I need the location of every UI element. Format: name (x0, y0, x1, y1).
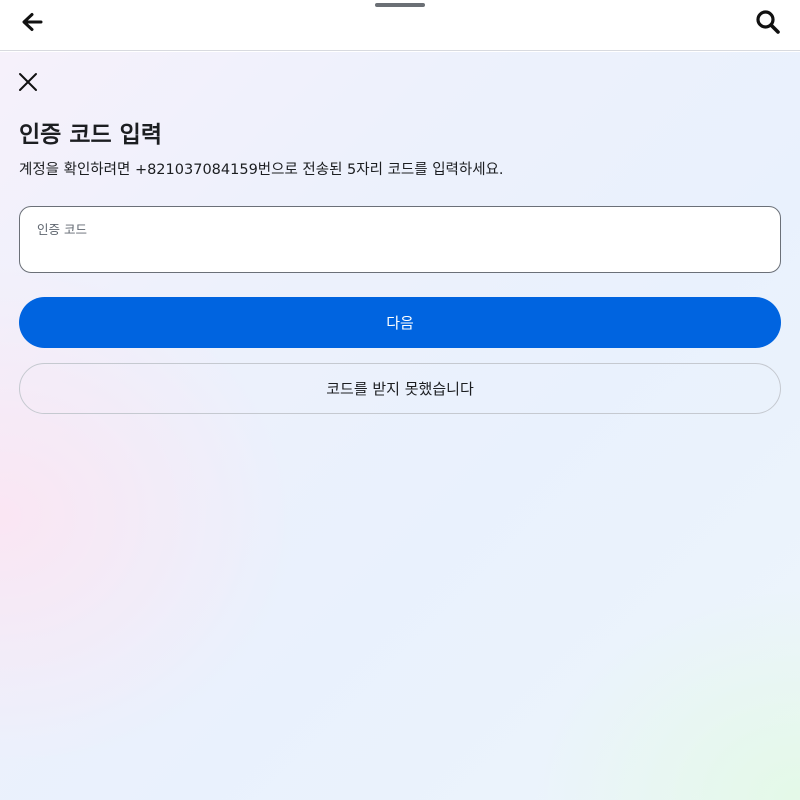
code-input[interactable] (36, 239, 762, 265)
drag-handle[interactable] (375, 3, 425, 7)
instruction-text: 계정을 확인하려면 +821037084159번으로 전송된 5자리 코드를 입… (19, 162, 504, 178)
arrow-left-icon (22, 13, 43, 31)
close-icon (19, 73, 37, 91)
verification-code-field[interactable]: 인증 코드 (19, 206, 781, 273)
top-bar (0, 0, 800, 51)
verification-panel: 인증 코드 입력 계정을 확인하려면 +821037084159번으로 전송된 … (0, 52, 800, 800)
close-button[interactable] (10, 64, 46, 100)
next-button[interactable]: 다음 (19, 297, 781, 348)
search-button[interactable] (750, 4, 786, 40)
back-button[interactable] (14, 4, 50, 40)
search-icon (756, 10, 780, 34)
resend-code-button[interactable]: 코드를 받지 못했습니다 (19, 363, 781, 414)
code-field-label: 인증 코드 (37, 222, 87, 237)
page-title: 인증 코드 입력 (19, 122, 162, 148)
